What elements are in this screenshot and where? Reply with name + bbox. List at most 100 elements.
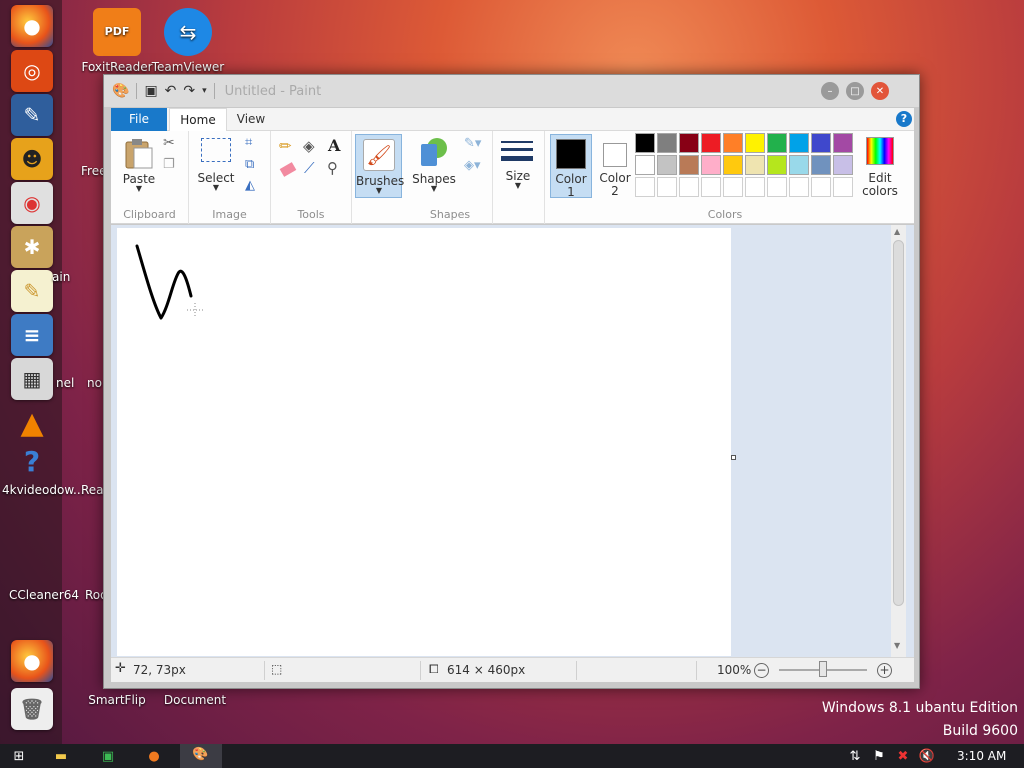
size-button[interactable]: Size ▼ [499, 137, 537, 197]
fill-bucket-icon[interactable]: ◈ [303, 137, 315, 155]
scroll-up-arrow[interactable]: ▲ [894, 227, 900, 236]
color-swatch[interactable] [679, 133, 699, 153]
rotate-icon[interactable]: ◭ [245, 178, 255, 193]
firefox-taskbar-icon[interactable]: ● [145, 747, 163, 765]
color-swatch[interactable] [701, 177, 721, 197]
color-swatch[interactable] [701, 155, 721, 175]
writer-launcher-icon[interactable]: ≡ [11, 314, 53, 356]
pencil-icon[interactable]: ✏ [279, 137, 292, 155]
color-swatch[interactable] [701, 133, 721, 153]
bell-launcher-icon[interactable]: ◉ [11, 182, 53, 224]
copy-icon[interactable]: ❐ [163, 157, 175, 172]
color-swatch[interactable] [723, 155, 743, 175]
color-swatch[interactable] [789, 177, 809, 197]
color-swatch[interactable] [745, 133, 765, 153]
close-button[interactable]: ✕ [871, 82, 889, 100]
desktop-icon-foxitreader[interactable]: PDF FoxitReader [77, 8, 157, 74]
calculator-launcher-icon[interactable]: ▦ [11, 358, 53, 400]
save-icon[interactable]: ▣ [144, 83, 157, 99]
outline-icon[interactable]: ✎▾ [464, 136, 481, 151]
maximize-button[interactable]: □ [846, 82, 864, 100]
scroll-down-arrow[interactable]: ▼ [894, 641, 900, 650]
color-swatch[interactable] [767, 177, 787, 197]
color-swatch[interactable] [635, 177, 655, 197]
color-swatch[interactable] [745, 155, 765, 175]
color-swatch[interactable] [811, 177, 831, 197]
network-icon[interactable]: ⇅ [846, 747, 864, 765]
clock[interactable]: 3:10 AM [957, 749, 1006, 763]
color-swatch[interactable] [767, 133, 787, 153]
paint-taskbar-button[interactable]: 🎨 [180, 744, 222, 768]
color-swatch[interactable] [635, 133, 655, 153]
customize-qat-icon[interactable]: ▾ [202, 86, 207, 96]
cut-icon[interactable]: ✂ [163, 135, 175, 151]
paste-button[interactable]: Paste ▼ [117, 134, 161, 196]
vertical-scrollbar[interactable]: ▲ ▼ [891, 225, 906, 657]
color-swatch[interactable] [723, 133, 743, 153]
ubuntu-logo-icon[interactable]: ◎ [11, 50, 53, 92]
color-swatch[interactable] [635, 155, 655, 175]
shapes-button[interactable]: Shapes ▼ [410, 134, 458, 196]
drawing-canvas[interactable] [117, 228, 731, 656]
color-swatch[interactable] [789, 155, 809, 175]
desktop-icon-document[interactable]: Document [155, 693, 235, 707]
tab-home[interactable]: Home [169, 108, 227, 132]
magnifier-icon[interactable]: ⚲ [327, 159, 338, 177]
color-swatch[interactable] [745, 177, 765, 197]
color2-button[interactable]: Color 2 [595, 134, 635, 198]
color-swatch[interactable] [833, 133, 853, 153]
brushes-button[interactable]: 🖌 Brushes ▼ [355, 134, 404, 198]
help-icon[interactable]: ? [896, 111, 912, 127]
resize-icon[interactable]: ⧉ [245, 157, 254, 172]
paint-app-icon[interactable]: 🎨 [112, 83, 129, 99]
color-picker-icon[interactable]: ⟋ [304, 159, 315, 177]
redo-icon[interactable]: ↷ [183, 83, 195, 99]
trash-icon[interactable]: 🗑 [11, 688, 53, 730]
zoom-slider-thumb[interactable] [819, 661, 827, 677]
selection-size-icon: ⬚ [271, 662, 283, 676]
settings-launcher-icon[interactable]: ✎ [11, 94, 53, 136]
color-swatch[interactable] [833, 177, 853, 197]
zoom-in-button[interactable]: + [877, 663, 892, 678]
fill-icon[interactable]: ◈▾ [464, 158, 481, 173]
tab-view[interactable]: View [227, 108, 275, 131]
color-swatch[interactable] [789, 133, 809, 153]
color-swatch[interactable] [657, 177, 677, 197]
start-button-icon[interactable]: ⊞ [10, 747, 28, 765]
network-error-icon[interactable]: ✖ [894, 747, 912, 765]
color-swatch[interactable] [679, 177, 699, 197]
color-swatch[interactable] [657, 133, 677, 153]
help-launcher-icon[interactable]: ? [11, 440, 53, 482]
color-swatch[interactable] [723, 177, 743, 197]
vlc-launcher-icon[interactable]: ▲ [11, 402, 53, 444]
tab-file[interactable]: File [111, 108, 167, 131]
volume-muted-icon[interactable]: 🔇 [918, 747, 936, 765]
minimize-button[interactable]: – [821, 82, 839, 100]
firefox-launcher-icon[interactable]: ● [11, 5, 53, 47]
text-tool-icon[interactable]: A [328, 136, 340, 155]
color-swatch[interactable] [767, 155, 787, 175]
eraser-icon[interactable] [279, 162, 297, 177]
store-icon[interactable]: ▣ [99, 747, 117, 765]
undo-icon[interactable]: ↶ [165, 83, 177, 99]
color-swatch[interactable] [657, 155, 677, 175]
zoom-out-button[interactable]: − [754, 663, 769, 678]
color1-button[interactable]: Color 1 [550, 134, 592, 199]
people-launcher-icon[interactable]: ☻ [11, 138, 53, 180]
firefox-dock-icon[interactable]: ● [11, 640, 53, 682]
crop-icon[interactable]: ⌗ [245, 135, 252, 150]
color-swatch[interactable] [833, 155, 853, 175]
color-swatch[interactable] [811, 155, 831, 175]
canvas-resize-handle[interactable] [731, 455, 736, 460]
file-explorer-icon[interactable]: ▬ [52, 747, 70, 765]
title-bar[interactable]: 🎨 ▣ ↶ ↷ ▾ Untitled - Paint – □ ✕ [104, 75, 919, 107]
color-swatch[interactable] [679, 155, 699, 175]
color-swatch[interactable] [811, 133, 831, 153]
notepad-launcher-icon[interactable]: ✎ [11, 270, 53, 312]
select-button[interactable]: Select ▼ [194, 136, 238, 196]
flag-icon[interactable]: ⚑ [870, 747, 888, 765]
desktop-icon-teamviewer[interactable]: ⇆ TeamViewer [148, 8, 228, 74]
scroll-thumb[interactable] [893, 240, 904, 606]
paint-palette-launcher-icon[interactable]: ✱ [11, 226, 53, 268]
edit-colors-button[interactable]: Edit colors [858, 134, 902, 198]
